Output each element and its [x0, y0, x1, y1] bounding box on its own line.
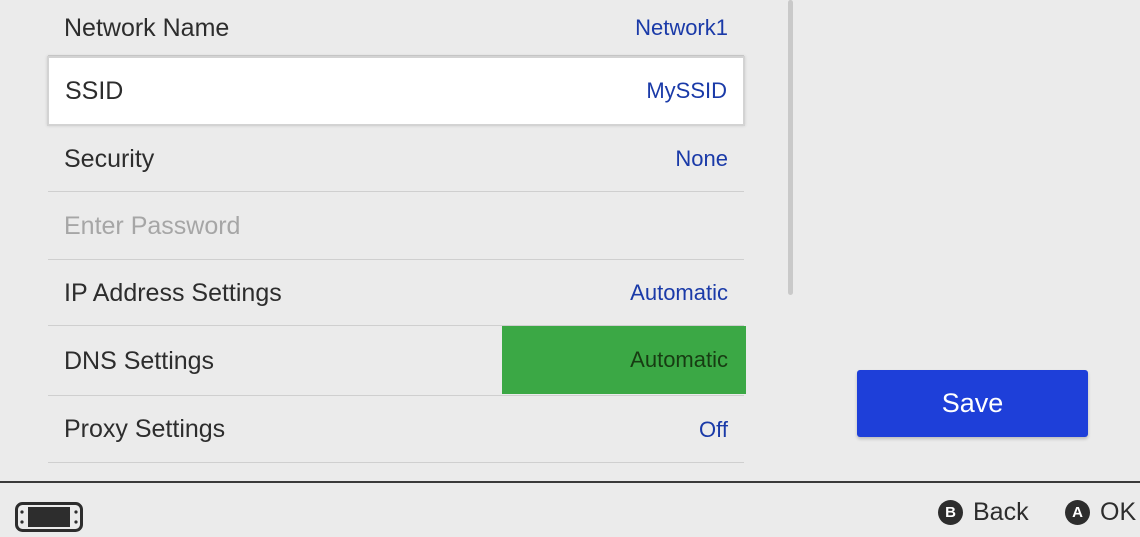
proxy-settings-row[interactable]: Proxy Settings Off — [48, 396, 744, 463]
password-row: Enter Password — [48, 192, 744, 260]
dns-settings-row[interactable]: DNS Settings Automatic — [48, 326, 746, 396]
back-hint[interactable]: B Back — [938, 498, 1029, 527]
b-button-icon: B — [938, 500, 963, 525]
list-scrollbar[interactable] — [788, 0, 793, 295]
dns-settings-value: Automatic — [630, 347, 728, 372]
a-button-icon: A — [1065, 500, 1090, 525]
save-button[interactable]: Save — [857, 370, 1088, 437]
security-row[interactable]: Security None — [48, 126, 744, 192]
ip-address-settings-value: Automatic — [630, 280, 728, 305]
ok-hint[interactable]: A OK — [1065, 498, 1136, 527]
ssid-value: MySSID — [646, 78, 727, 103]
network-settings-screen: Network Name Network1 SSID MySSID Securi… — [0, 0, 1140, 537]
ip-address-settings-row[interactable]: IP Address Settings Automatic — [48, 260, 744, 326]
dns-settings-label: DNS Settings — [64, 346, 215, 375]
security-value: None — [675, 146, 728, 171]
back-label: Back — [973, 498, 1029, 526]
dns-settings-highlight[interactable]: Automatic — [502, 326, 746, 394]
network-name-value: Network1 — [635, 15, 728, 40]
footer-bar: B Back A OK — [0, 483, 1140, 537]
proxy-settings-value: Off — [699, 416, 728, 442]
ssid-row[interactable]: SSID MySSID — [47, 56, 745, 126]
password-label: Enter Password — [64, 211, 241, 240]
ok-label: OK — [1100, 498, 1137, 526]
network-name-label: Network Name — [64, 13, 230, 42]
divider — [48, 462, 744, 463]
security-label: Security — [64, 144, 155, 173]
proxy-settings-label: Proxy Settings — [64, 415, 226, 443]
network-name-row[interactable]: Network Name Network1 — [48, 0, 744, 56]
ssid-label: SSID — [65, 76, 124, 105]
handheld-console-icon — [15, 502, 83, 537]
ip-address-settings-label: IP Address Settings — [64, 278, 282, 307]
